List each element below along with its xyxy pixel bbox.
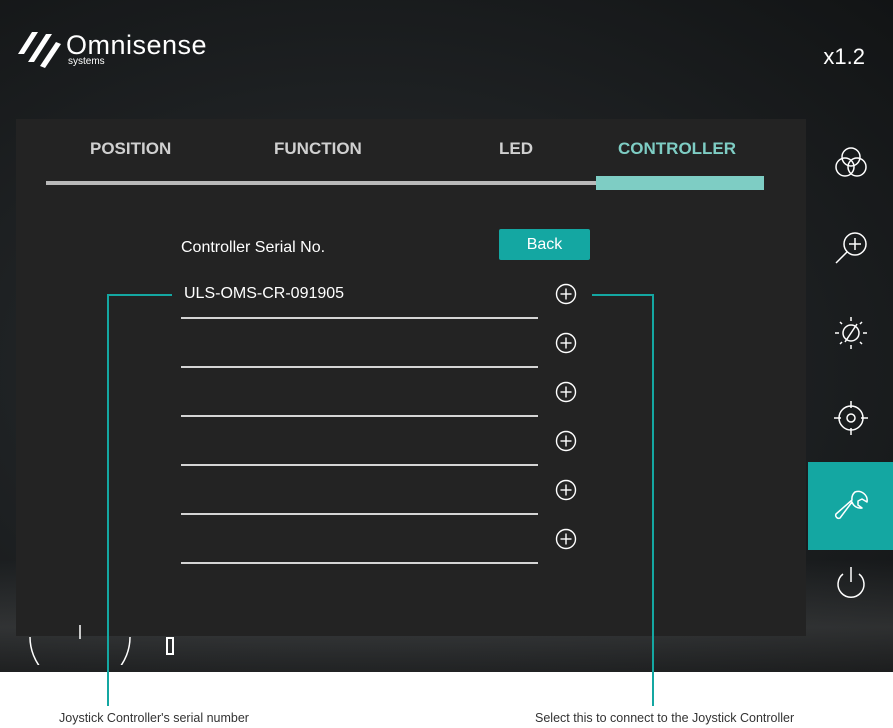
- serial-row: [181, 381, 601, 417]
- sidebar-item-color[interactable]: [808, 119, 893, 207]
- wrench-icon: [834, 490, 868, 520]
- logo-mark-icon: [18, 32, 61, 68]
- callout-line-right: [592, 294, 654, 296]
- zoom-in-icon: [834, 232, 867, 264]
- sidebar-item-brightness[interactable]: [808, 289, 893, 377]
- back-button[interactable]: Back: [499, 229, 590, 260]
- tab-active-indicator: [596, 176, 764, 190]
- serial-underline: [181, 562, 538, 564]
- tab-led[interactable]: LED: [499, 139, 533, 159]
- serial-row: [181, 479, 601, 515]
- zoom-level: x1.2: [823, 44, 865, 69]
- power-icon: [836, 567, 865, 598]
- plus-circle-icon[interactable]: [555, 381, 577, 403]
- sidebar-item-zoom[interactable]: [808, 204, 893, 292]
- serial-value[interactable]: ULS-OMS-CR-091905: [184, 285, 344, 303]
- sidebar-item-power[interactable]: [808, 539, 893, 627]
- sidebar: [808, 119, 893, 636]
- plus-circle-icon[interactable]: [555, 479, 577, 501]
- callout-line-right: [652, 294, 654, 706]
- tab-function[interactable]: FUNCTION: [274, 139, 362, 159]
- sidebar-item-settings[interactable]: [808, 462, 893, 550]
- compass-icon: [29, 625, 131, 665]
- serial-underline: [181, 366, 538, 368]
- brightness-icon: [834, 317, 867, 349]
- serial-underline: [181, 317, 538, 319]
- tab-position[interactable]: POSITION: [90, 139, 171, 159]
- plus-circle-icon[interactable]: [555, 430, 577, 452]
- plus-circle-icon[interactable]: [555, 332, 577, 354]
- serial-underline: [181, 513, 538, 515]
- serial-number-label: Controller Serial No.: [181, 239, 326, 256]
- plus-circle-icon[interactable]: [555, 528, 577, 550]
- brand-logo: Omnisense systems: [14, 26, 207, 72]
- tab-controller[interactable]: CONTROLLER: [618, 139, 736, 159]
- caption-connect: Select this to connect to the Joystick C…: [535, 711, 795, 725]
- serial-row: [181, 430, 601, 466]
- settings-panel: POSITION FUNCTION LED CONTROLLER Control…: [16, 119, 806, 636]
- serial-underline: [181, 415, 538, 417]
- callout-line-left: [107, 294, 172, 296]
- sidebar-item-target[interactable]: [808, 374, 893, 462]
- serial-row: [181, 332, 601, 368]
- caption-serial-number: Joystick Controller's serial number: [59, 711, 249, 725]
- callout-line-left: [107, 294, 109, 706]
- color-circles-icon: [834, 147, 867, 177]
- serial-row: [181, 528, 601, 564]
- serial-underline: [181, 464, 538, 466]
- plus-circle-icon[interactable]: [555, 283, 577, 305]
- camera-screen: Omnisense systems x1.2 POSITION FUNCTION…: [0, 0, 893, 672]
- brand-sub: systems: [68, 56, 105, 67]
- target-icon: [833, 401, 868, 435]
- indicator-icon: [166, 637, 174, 655]
- serial-row: ULS-OMS-CR-091905: [181, 283, 601, 319]
